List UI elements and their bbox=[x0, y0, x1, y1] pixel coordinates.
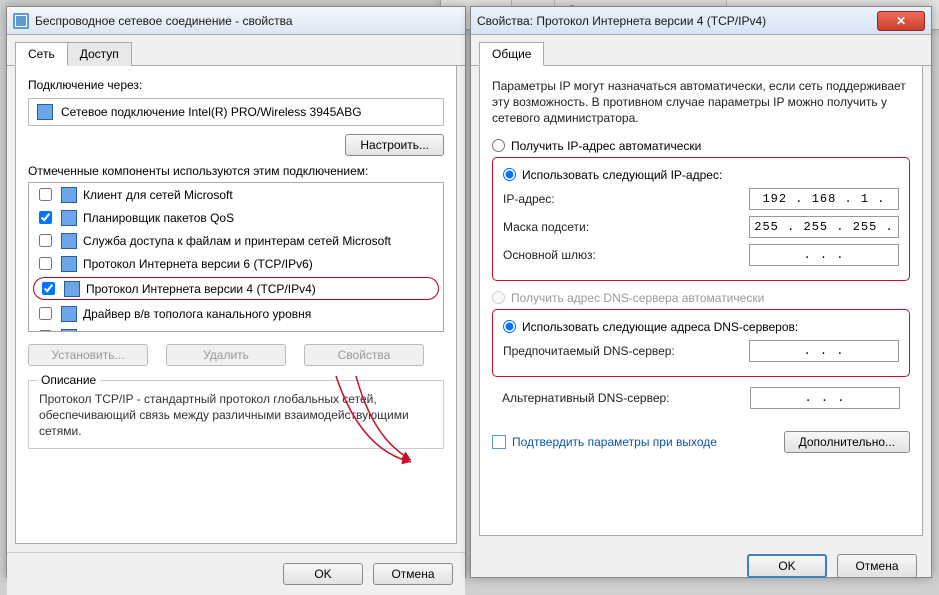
radio-ip-manual[interactable] bbox=[503, 168, 516, 181]
list-item[interactable]: Клиент для сетей Microsoft bbox=[29, 183, 443, 206]
dns-preferred-label: Предпочитаемый DNS-сервер: bbox=[503, 344, 675, 358]
confirm-exit-label: Подтвердить параметры при выходе bbox=[512, 435, 717, 449]
component-label: Планировщик пакетов QoS bbox=[83, 211, 234, 225]
description-legend: Описание bbox=[37, 373, 100, 387]
checkbox[interactable] bbox=[39, 211, 52, 224]
component-label: Клиент для сетей Microsoft bbox=[83, 188, 233, 202]
tab-access[interactable]: Доступ bbox=[67, 42, 132, 66]
dns-preferred-input[interactable]: . . . bbox=[749, 340, 899, 362]
subnet-mask-input[interactable]: 255 . 255 . 255 . bbox=[749, 216, 899, 238]
intro-text: Параметры IP могут назначаться автоматич… bbox=[492, 78, 910, 127]
component-label: Протокол Интернета версии 4 (TCP/IPv4) bbox=[86, 282, 316, 296]
dns-alt-input[interactable]: . . . bbox=[750, 387, 900, 409]
right-window-title: Свойства: Протокол Интернета версии 4 (T… bbox=[477, 14, 877, 28]
adapter-name: Сетевое подключение Intel(R) PRO/Wireles… bbox=[61, 105, 362, 119]
description-text: Протокол TCP/IP - стандартный протокол г… bbox=[39, 391, 433, 440]
tab-general[interactable]: Общие bbox=[479, 42, 544, 66]
checkbox[interactable] bbox=[42, 282, 55, 295]
list-item[interactable]: Планировщик пакетов QoS bbox=[29, 206, 443, 229]
left-window-title: Беспроводное сетевое соединение - свойст… bbox=[35, 14, 459, 28]
right-titlebar: Свойства: Протокол Интернета версии 4 (T… bbox=[471, 7, 931, 35]
component-icon bbox=[61, 210, 77, 226]
install-button[interactable]: Установить... bbox=[28, 344, 148, 366]
list-item[interactable]: Ответчик обнаружения топологии канальног… bbox=[29, 325, 443, 332]
list-item[interactable]: Служба доступа к файлам и принтерам сете… bbox=[29, 229, 443, 252]
radio-dns-auto-label: Получить адрес DNS-сервера автоматически bbox=[511, 291, 764, 305]
gateway-label: Основной шлюз: bbox=[503, 248, 596, 262]
remove-button[interactable]: Удалить bbox=[166, 344, 286, 366]
properties-button[interactable]: Свойства bbox=[304, 344, 424, 366]
components-label: Отмеченные компоненты используются этим … bbox=[28, 164, 444, 178]
component-icon bbox=[61, 233, 77, 249]
component-label: Служба доступа к файлам и принтерам сете… bbox=[83, 234, 391, 248]
checkbox[interactable] bbox=[39, 234, 52, 247]
component-icon bbox=[61, 256, 77, 272]
left-titlebar: Беспроводное сетевое соединение - свойст… bbox=[7, 7, 465, 35]
ip-address-label: IP-адрес: bbox=[503, 192, 555, 206]
component-icon bbox=[61, 306, 77, 322]
radio-ip-manual-label: Использовать следующий IP-адрес: bbox=[522, 168, 722, 182]
component-icon bbox=[64, 281, 80, 297]
component-label: Протокол Интернета версии 6 (TCP/IPv6) bbox=[83, 257, 313, 271]
radio-dns-manual[interactable] bbox=[503, 320, 516, 333]
components-listbox[interactable]: Клиент для сетей Microsoft Планировщик п… bbox=[28, 182, 444, 332]
component-icon bbox=[61, 187, 77, 203]
radio-ip-auto[interactable] bbox=[492, 139, 505, 152]
checkbox[interactable] bbox=[39, 330, 52, 332]
ok-button[interactable]: OK bbox=[747, 554, 827, 578]
checkbox[interactable] bbox=[39, 307, 52, 320]
configure-button[interactable]: Настроить... bbox=[345, 134, 444, 156]
list-item[interactable]: Протокол Интернета версии 6 (TCP/IPv6) bbox=[29, 252, 443, 275]
ok-button[interactable]: OK bbox=[283, 563, 363, 585]
close-button[interactable]: ✕ bbox=[877, 11, 925, 31]
radio-ip-auto-label: Получить IP-адрес автоматически bbox=[511, 139, 701, 153]
cancel-button[interactable]: Отмена bbox=[373, 563, 453, 585]
component-label: Драйвер в/в тополога канального уровня bbox=[83, 307, 311, 321]
connect-via-label: Подключение через: bbox=[28, 78, 444, 92]
dns-manual-group-highlight: Использовать следующие адреса DNS-сервер… bbox=[492, 309, 910, 377]
ip-address-input[interactable]: 192 . 168 . 1 . bbox=[749, 188, 899, 210]
subnet-mask-label: Маска подсети: bbox=[503, 220, 589, 234]
component-label: Ответчик обнаружения топологии канальног… bbox=[83, 330, 380, 333]
network-icon bbox=[13, 13, 29, 29]
dns-alt-label: Альтернативный DNS-сервер: bbox=[502, 391, 670, 405]
checkbox[interactable] bbox=[39, 257, 52, 270]
list-item-selected[interactable]: Протокол Интернета версии 4 (TCP/IPv4) bbox=[33, 277, 439, 300]
confirm-checkbox[interactable] bbox=[492, 435, 506, 449]
checkbox[interactable] bbox=[39, 188, 52, 201]
radio-dns-auto bbox=[492, 291, 505, 304]
component-icon bbox=[61, 329, 77, 333]
radio-dns-manual-label: Использовать следующие адреса DNS-сервер… bbox=[522, 320, 798, 334]
cancel-button[interactable]: Отмена bbox=[837, 554, 917, 578]
gateway-input[interactable]: . . . bbox=[749, 244, 899, 266]
list-item[interactable]: Драйвер в/в тополога канального уровня bbox=[29, 302, 443, 325]
tab-network[interactable]: Сеть bbox=[15, 42, 68, 66]
adapter-icon bbox=[37, 104, 53, 120]
ip-manual-group-highlight: Использовать следующий IP-адрес: IP-адре… bbox=[492, 157, 910, 281]
advanced-button[interactable]: Дополнительно... bbox=[784, 431, 910, 453]
